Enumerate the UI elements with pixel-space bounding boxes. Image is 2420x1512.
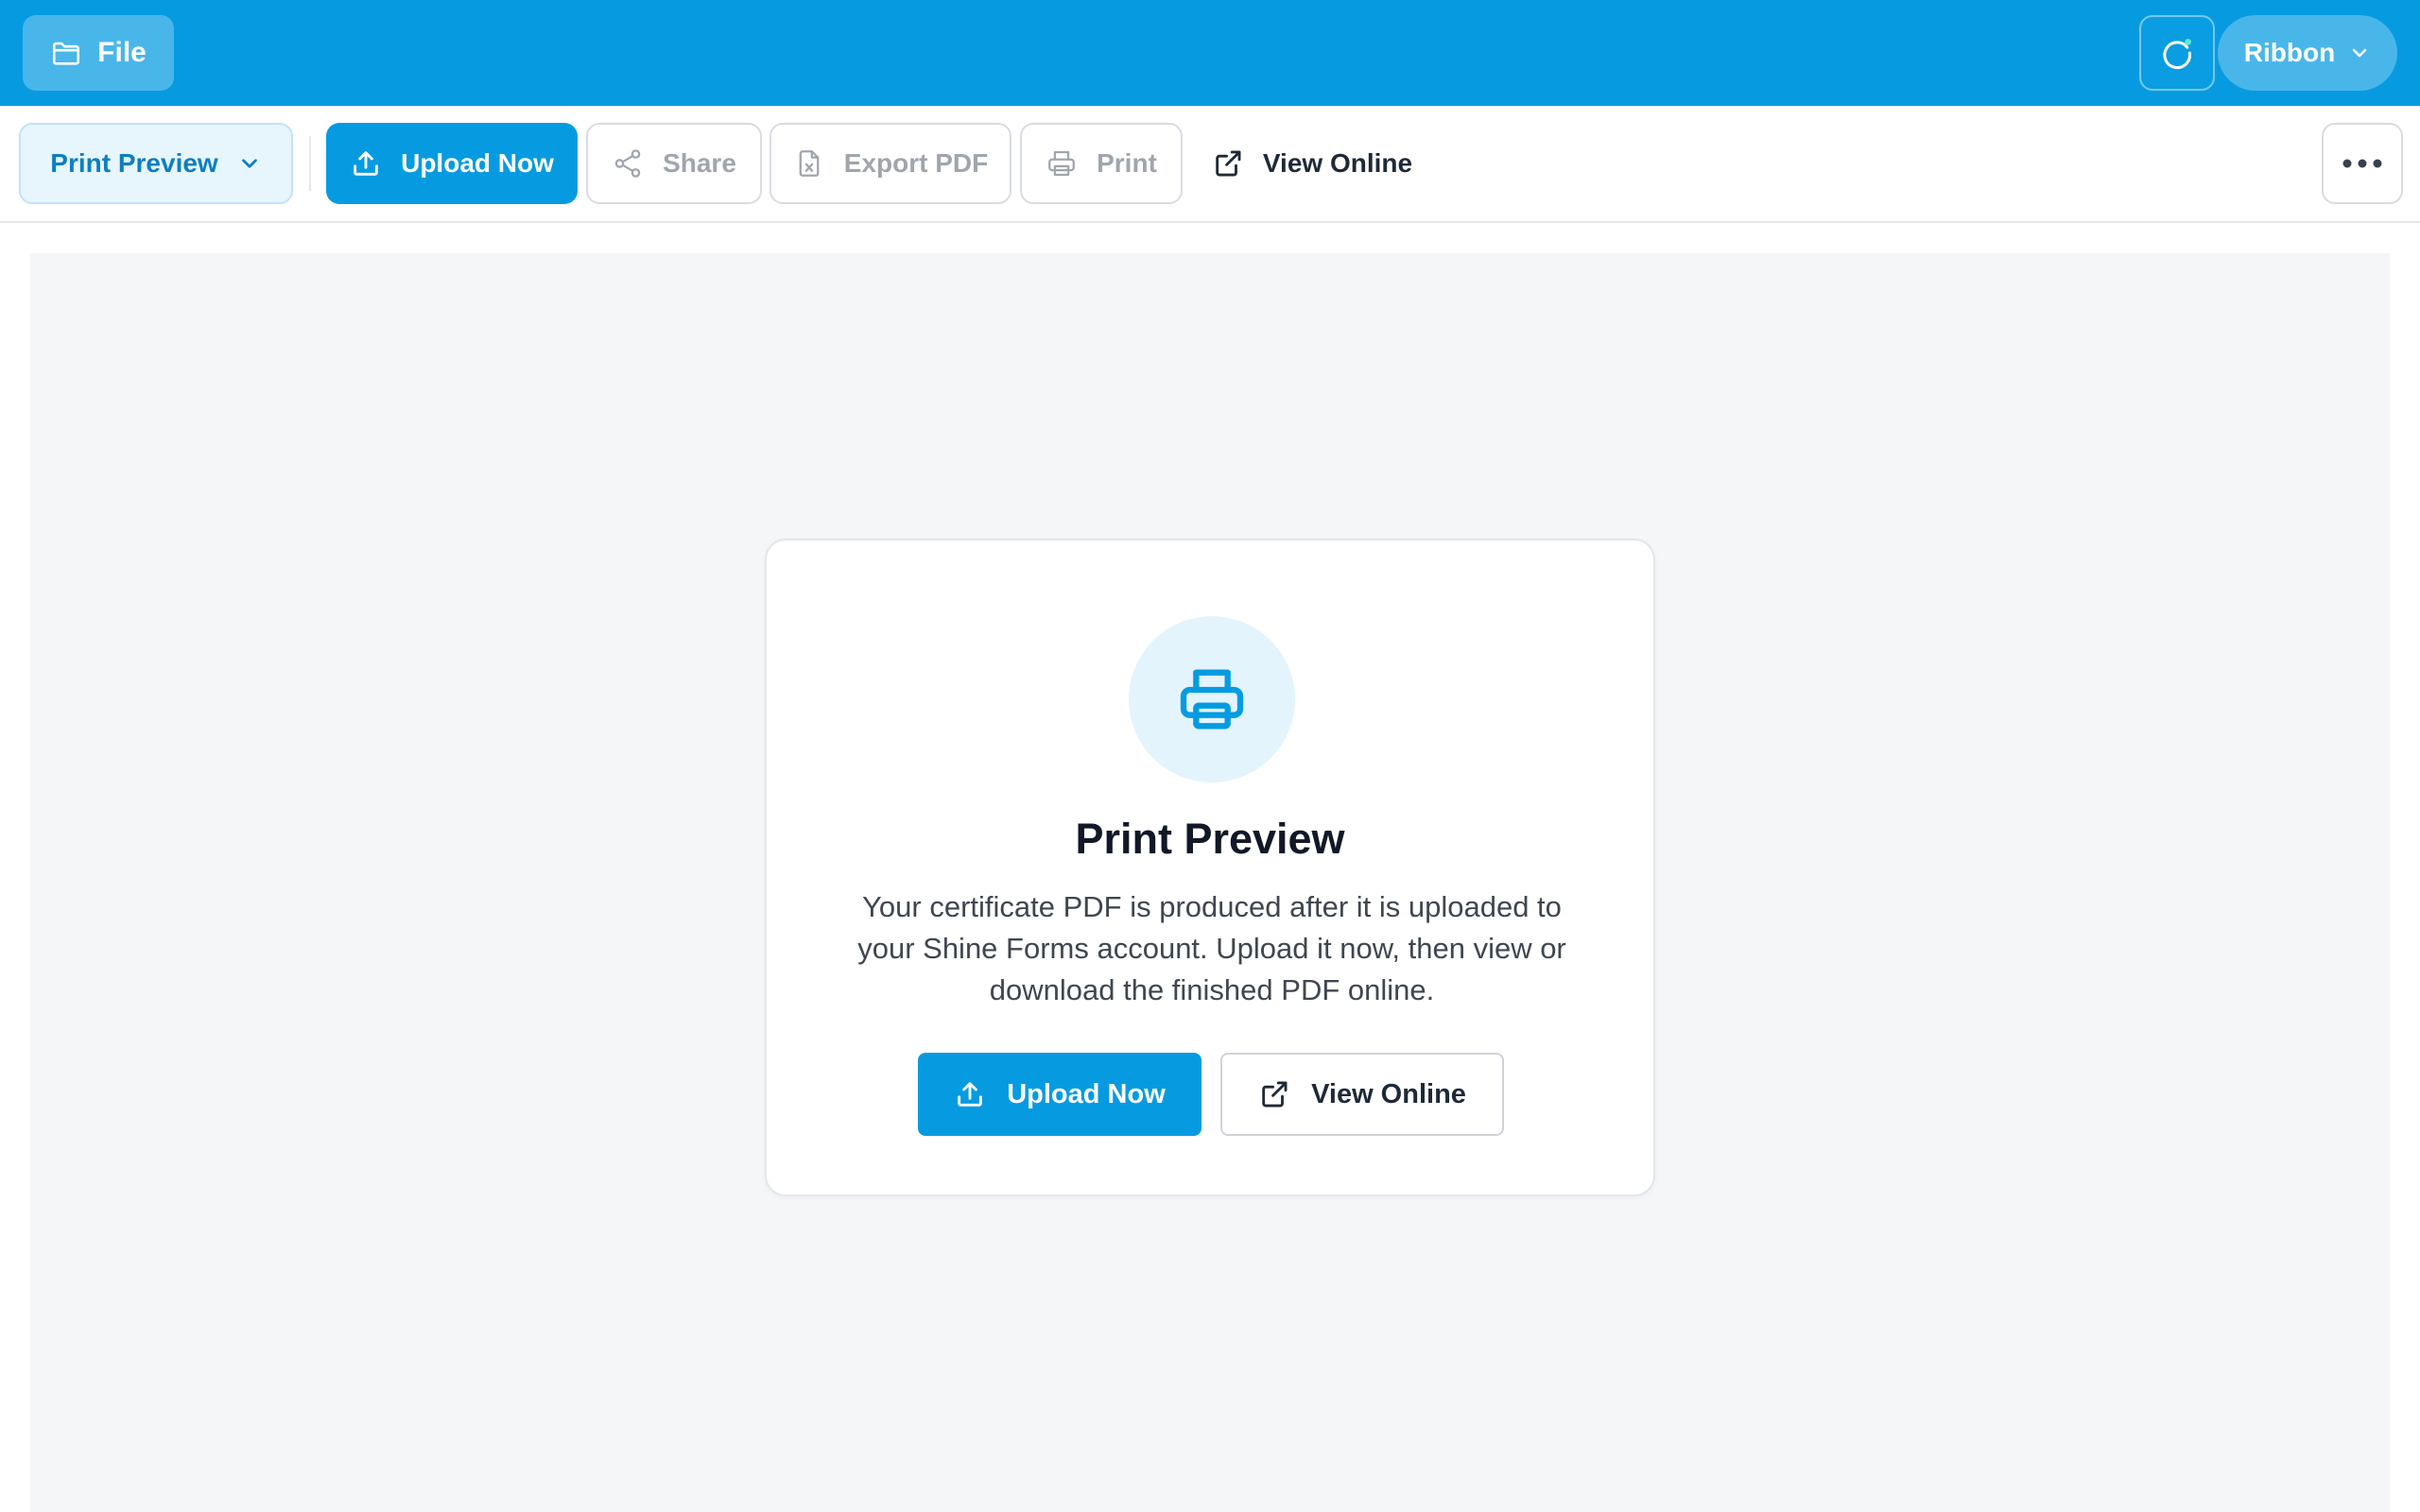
- share-label: Share: [663, 148, 736, 178]
- upload-icon: [350, 147, 382, 180]
- print-button[interactable]: Print: [1020, 123, 1183, 204]
- refresh-button[interactable]: [2139, 15, 2215, 91]
- printer-icon: [1174, 662, 1250, 737]
- external-link-icon: [1258, 1078, 1290, 1110]
- chevron-down-icon: [237, 151, 262, 176]
- toolbar: Print Preview Upload Now Share Export PD…: [0, 106, 2420, 223]
- export-pdf-button[interactable]: Export PDF: [769, 123, 1011, 204]
- view-online-button[interactable]: View Online: [1199, 123, 1426, 204]
- card-description: Your certificate PDF is produced after i…: [857, 890, 1566, 1006]
- file-x-icon: [793, 147, 825, 180]
- top-bar: File Ribbon: [0, 0, 2420, 106]
- print-preview-card: Print Preview Your certificate PDF is pr…: [765, 539, 1655, 1196]
- folder-icon: [50, 37, 82, 69]
- more-horizontal-icon: [2342, 158, 2383, 169]
- view-online-label: View Online: [1262, 148, 1413, 178]
- ribbon-label: Ribbon: [2243, 38, 2336, 67]
- upload-now-button[interactable]: Upload Now: [326, 123, 578, 204]
- card-upload-now-button[interactable]: Upload Now: [918, 1053, 1201, 1136]
- file-button[interactable]: File: [23, 15, 174, 91]
- external-link-icon: [1212, 147, 1244, 180]
- chevron-down-icon: [2348, 42, 2371, 64]
- printer-icon: [1046, 147, 1078, 180]
- card-view-online-button[interactable]: View Online: [1220, 1053, 1504, 1136]
- export-pdf-label: Export PDF: [843, 148, 989, 178]
- file-label: File: [97, 37, 147, 68]
- refresh-icon: [2158, 34, 2196, 72]
- card-upload-now-label: Upload Now: [1007, 1078, 1166, 1109]
- toolbar-divider: [309, 136, 311, 191]
- share-button[interactable]: Share: [586, 123, 762, 204]
- share-icon: [612, 147, 644, 180]
- print-label: Print: [1097, 148, 1157, 178]
- printer-icon-badge: [1129, 616, 1295, 782]
- card-title: Print Preview: [1075, 815, 1345, 863]
- view-mode-dropdown[interactable]: Print Preview: [19, 123, 293, 204]
- ribbon-dropdown[interactable]: Ribbon: [2218, 15, 2397, 91]
- view-mode-label: Print Preview: [50, 148, 218, 178]
- upload-icon: [954, 1078, 986, 1110]
- card-view-online-label: View Online: [1311, 1078, 1466, 1109]
- upload-now-label: Upload Now: [401, 148, 554, 178]
- more-options-button[interactable]: [2322, 123, 2403, 204]
